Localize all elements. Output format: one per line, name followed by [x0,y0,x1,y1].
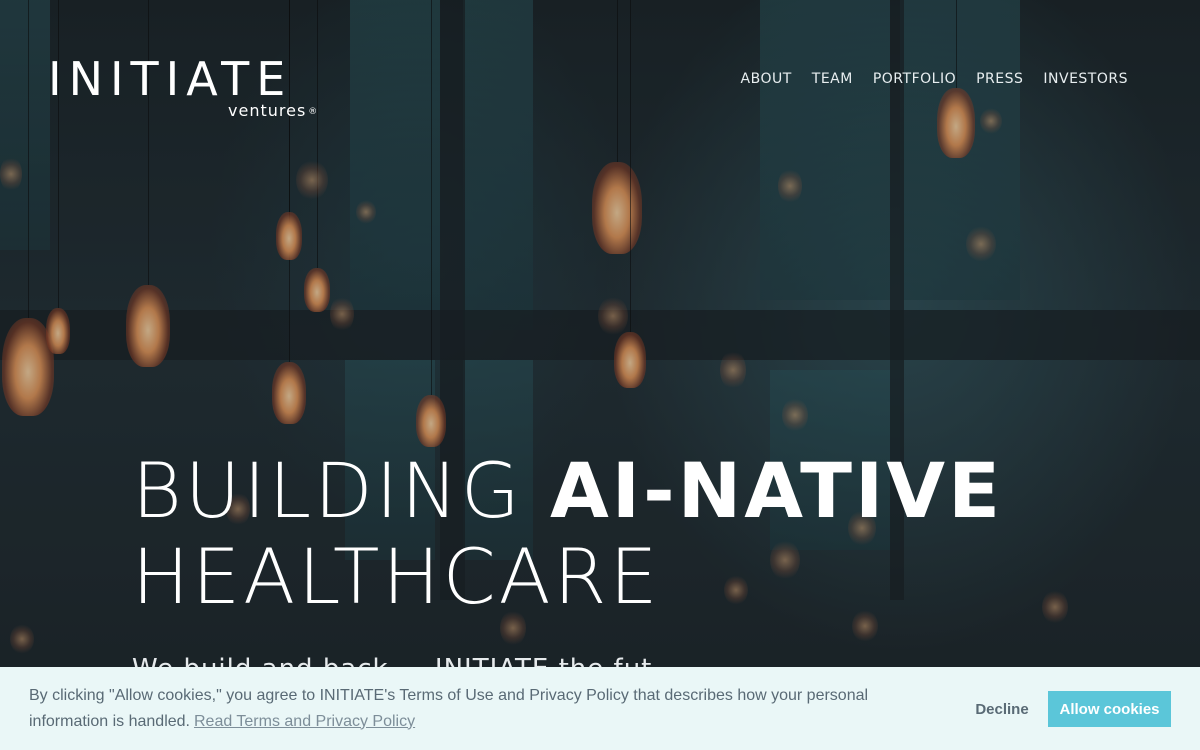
nav-team[interactable]: TEAM [812,71,853,87]
logo-wordmark: INITIATE [48,52,293,106]
hero-headline: BUILDING AI-NATIVE HEALTHCARE [132,448,1003,620]
main-nav: ABOUT TEAM PORTFOLIO PRESS INVESTORS [741,71,1128,87]
cookie-banner: By clicking "Allow cookies," you agree t… [0,667,1200,750]
nav-investors[interactable]: INVESTORS [1043,71,1128,87]
cookie-text: By clicking "Allow cookies," you agree t… [29,686,869,730]
logo[interactable]: INITIATE ventures ® [48,54,323,124]
decline-button[interactable]: Decline [962,691,1042,727]
allow-cookies-button[interactable]: Allow cookies [1048,691,1171,727]
cookie-message: By clicking "Allow cookies," you agree t… [29,683,909,735]
nav-about[interactable]: ABOUT [741,71,792,87]
logo-subtitle: ventures ® [228,101,318,120]
headline-light: BUILDING [132,446,550,535]
registered-mark: ® [308,106,319,117]
headline-bold: AI-NATIVE [549,446,1003,535]
nav-press[interactable]: PRESS [976,71,1023,87]
terms-privacy-link[interactable]: Read Terms and Privacy Policy [194,713,415,730]
logo-subtitle-text: ventures [228,101,307,120]
headline-line2: HEALTHCARE [132,532,661,621]
nav-portfolio[interactable]: PORTFOLIO [873,71,956,87]
